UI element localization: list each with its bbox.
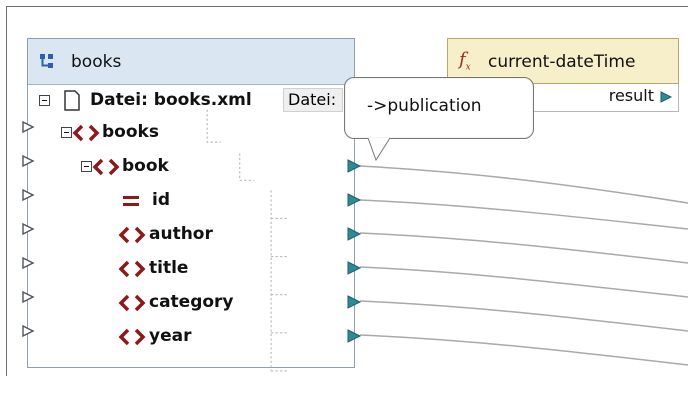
input-connector-book[interactable] — [21, 154, 35, 168]
node-title[interactable]: title — [28, 255, 368, 285]
input-connector-year[interactable] — [21, 324, 35, 338]
node-year[interactable]: year — [28, 323, 368, 353]
connection-tooltip: ->publication — [344, 77, 534, 139]
node-id[interactable]: id — [28, 187, 368, 217]
input-connector-author[interactable] — [21, 222, 35, 236]
collapse-toggle-book[interactable] — [81, 161, 92, 172]
collapse-toggle-books[interactable] — [61, 127, 72, 138]
input-connector-id[interactable] — [21, 188, 35, 202]
node-category[interactable]: category — [28, 289, 368, 319]
node-label-id: id — [152, 190, 170, 210]
node-label-author: author — [149, 224, 213, 244]
node-author[interactable]: author — [28, 221, 368, 251]
input-connector-books[interactable] — [21, 120, 35, 134]
output-connector-title[interactable] — [346, 260, 362, 276]
output-connector-category[interactable] — [346, 294, 362, 310]
output-connector-author[interactable] — [346, 226, 362, 242]
function-icon: fx — [459, 49, 471, 73]
element-icon — [92, 158, 120, 176]
element-icon — [118, 328, 146, 346]
element-icon — [118, 294, 146, 312]
function-title: current-dateTime — [488, 52, 636, 72]
output-connector-id[interactable] — [346, 192, 362, 208]
output-connector-year[interactable] — [346, 328, 362, 344]
node-label-books: books — [102, 122, 159, 142]
node-label-year: year — [149, 326, 192, 346]
node-label-title: title — [149, 258, 189, 278]
books-source-panel[interactable]: books Datei: books.xml Datei: books book… — [27, 38, 355, 372]
element-icon — [72, 124, 100, 142]
node-label-book: book — [122, 156, 169, 176]
input-connector-category[interactable] — [21, 290, 35, 304]
element-icon — [118, 226, 146, 244]
tooltip-text: ->publication — [367, 96, 482, 116]
node-label-category: category — [149, 292, 234, 312]
input-connector-title[interactable] — [21, 256, 35, 270]
element-icon — [118, 260, 146, 278]
node-books[interactable]: books — [28, 119, 368, 149]
tooltip-pointer — [367, 138, 391, 162]
result-label: result — [608, 86, 654, 105]
node-book[interactable]: book — [28, 153, 368, 183]
result-connector[interactable] — [659, 90, 673, 104]
attribute-icon — [123, 196, 139, 206]
